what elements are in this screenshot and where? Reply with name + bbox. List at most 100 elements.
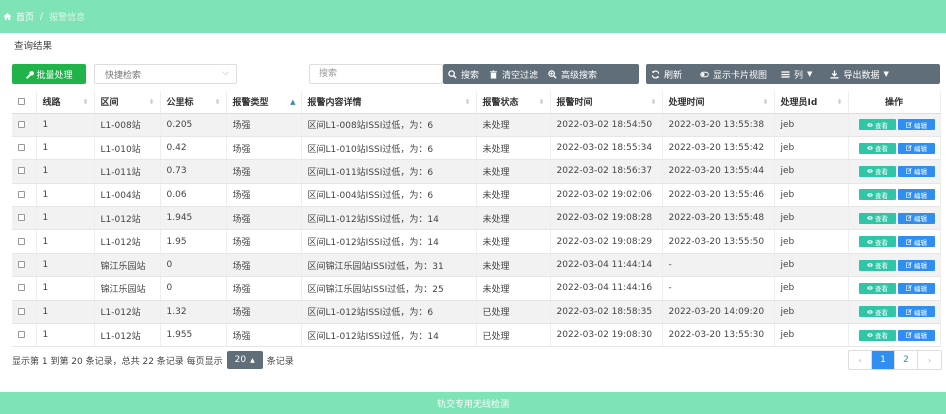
col-km[interactable]: 公里标 ⬍ [160, 91, 227, 114]
page-1-button[interactable]: 1 [872, 351, 895, 369]
view-button[interactable]: 查看 [859, 165, 896, 177]
row-checkbox[interactable] [18, 144, 25, 152]
row-select-cell[interactable] [12, 300, 37, 325]
row-select-cell[interactable] [12, 183, 37, 208]
cell-section: 锦江乐园站 [94, 276, 161, 301]
row-select-cell[interactable] [12, 323, 37, 348]
cell-ops: 查看 编辑 [848, 206, 941, 231]
edit-button[interactable]: 编辑 [898, 236, 935, 248]
table-row[interactable]: 1 锦江乐园站 0 场强 区间锦江乐园站ISSI过低，为：31 未处理 2022-03-04… [12, 253, 941, 278]
view-button[interactable]: 查看 [859, 142, 896, 154]
next-page-button[interactable]: › [918, 351, 941, 369]
col-line[interactable]: 线路 ⬍ [36, 91, 95, 114]
row-select-cell[interactable] [12, 113, 37, 137]
col-km-label: 公里标 [166, 98, 194, 109]
table-row[interactable]: 1 L1-011站 0.73 场强 区间L1-011站ISSI过低，为：6 未处理 2022… [12, 159, 941, 184]
view-button[interactable]: 查看 [859, 189, 896, 201]
view-button[interactable]: 查看 [859, 306, 896, 318]
table-row[interactable]: 1 L1-012站 1.945 场强 区间L1-012站ISSI过低，为：14 未处理 20… [12, 206, 941, 231]
row-select-cell[interactable] [12, 229, 37, 254]
export-label: 导出数据 [843, 70, 880, 81]
prev-page-button[interactable]: ‹ [849, 351, 872, 369]
table-row[interactable]: 1 L1-008站 0.205 场强 区间L1-008站ISSI过低，为：6 未处理 202… [12, 113, 941, 137]
cell-handler-id: jeb [774, 323, 849, 348]
row-select-cell[interactable] [12, 136, 37, 161]
select-all-checkbox[interactable] [18, 97, 25, 105]
table-row[interactable]: 1 L1-012站 1.95 场强 区间L1-012站ISSI过低，为：14 未处理 202… [12, 229, 941, 254]
edit-button[interactable]: 编辑 [898, 259, 935, 271]
cell-line: 1 [36, 206, 95, 231]
cell-ops: 查看 编辑 [848, 136, 941, 161]
col-handle-time[interactable]: 处理时间 ⬍ [662, 91, 775, 114]
search-input[interactable] [309, 64, 443, 84]
card-view-button[interactable]: 显示卡片视图 [695, 64, 772, 84]
cell-status: 已处理 [476, 300, 551, 325]
edit-icon [906, 332, 912, 338]
table-row[interactable]: 1 L1-012站 1.32 场强 区间L1-012站ISSI过低，为：6 已处理 2022… [12, 300, 941, 325]
row-checkbox[interactable] [18, 120, 25, 128]
home-icon[interactable] [3, 12, 12, 21]
cell-line: 1 [36, 323, 95, 348]
row-select-cell[interactable] [12, 276, 37, 301]
refresh-button[interactable]: 刷新 [646, 64, 687, 84]
advanced-search-button[interactable]: 高级搜索 [543, 64, 602, 84]
cell-ops: 查看 编辑 [848, 229, 941, 254]
view-button[interactable]: 查看 [859, 236, 896, 248]
row-checkbox[interactable] [18, 167, 25, 175]
col-ops: 操作 [848, 91, 941, 114]
columns-button[interactable]: 列 ▼ [776, 64, 817, 84]
row-select-cell[interactable] [12, 253, 37, 278]
row-checkbox[interactable] [18, 261, 25, 269]
edit-button[interactable]: 编辑 [898, 212, 935, 224]
col-handler-id[interactable]: 处理员Id ⬍ [774, 91, 849, 114]
edit-button[interactable]: 编辑 [898, 189, 935, 201]
view-label: 查看 [875, 191, 888, 200]
edit-button[interactable]: 编辑 [898, 165, 935, 177]
edit-button[interactable]: 编辑 [898, 282, 935, 294]
page-size-button[interactable]: 20 ▲ [226, 351, 263, 369]
breadcrumb-home[interactable]: 首页 [16, 10, 34, 23]
cell-ops: 查看 编辑 [848, 183, 941, 208]
edit-button[interactable]: 编辑 [898, 142, 935, 154]
view-label: 查看 [875, 285, 888, 294]
cell-detail: 区间L1-012站ISSI过低，为：14 [301, 229, 477, 254]
row-checkbox[interactable] [18, 307, 25, 315]
batch-process-button[interactable]: 批量处理 [12, 64, 86, 84]
edit-button[interactable]: 编辑 [898, 306, 935, 318]
quick-search-select[interactable]: 快捷检索 ⌵ [94, 64, 237, 84]
col-status[interactable]: 报警状态 ⬍ [476, 91, 551, 114]
col-section[interactable]: 区间 ⬍ [94, 91, 161, 114]
row-select-cell[interactable] [12, 159, 37, 184]
edit-button[interactable]: 编辑 [898, 329, 935, 341]
row-checkbox[interactable] [18, 284, 25, 292]
search-button[interactable]: 搜索 [443, 64, 484, 84]
table-row[interactable]: 1 L1-004站 0.06 场强 区间L1-004站ISSI过低，为：6 未处理 2022… [12, 183, 941, 208]
view-button[interactable]: 查看 [859, 282, 896, 294]
view-button[interactable]: 查看 [859, 119, 896, 131]
view-button[interactable]: 查看 [859, 212, 896, 224]
row-select-cell[interactable] [12, 206, 37, 231]
toolbar: 批量处理 快捷检索 ⌵ 搜索 清空过滤 高级搜索 刷新 显示卡片视图 列 [0, 62, 946, 86]
table-row[interactable]: 1 L1-010站 0.42 场强 区间L1-010站ISSI过低，为：6 未处理 2022… [12, 136, 941, 161]
edit-button[interactable]: 编辑 [898, 119, 935, 131]
row-checkbox[interactable] [18, 214, 25, 222]
col-detail[interactable]: 报警内容详情 ⬍ [301, 91, 477, 114]
view-button[interactable]: 查看 [859, 329, 896, 341]
select-all-cell[interactable] [12, 91, 37, 114]
cell-km: 0 [160, 276, 227, 301]
col-alarm-type[interactable]: 报警类型 ▲ [226, 91, 302, 114]
cell-line: 1 [36, 113, 95, 137]
export-button[interactable]: 导出数据 ▼ [825, 64, 893, 84]
clear-filter-button[interactable]: 清空过滤 [484, 64, 543, 84]
table-row[interactable]: 1 L1-012站 1.955 场强 区间L1-012站ISSI过低，为：14 已处理 20… [12, 323, 941, 348]
table-row[interactable]: 1 锦江乐园站 0 场强 区间锦江乐园站ISSI过低，为：25 未处理 2022-03-04… [12, 276, 941, 301]
row-checkbox[interactable] [18, 331, 25, 339]
columns-label: 列 [794, 70, 804, 81]
row-checkbox[interactable] [18, 237, 25, 245]
page-2-button[interactable]: 2 [895, 351, 918, 369]
view-button[interactable]: 查看 [859, 259, 896, 271]
search-button-label: 搜索 [461, 70, 480, 81]
cell-status: 未处理 [476, 276, 551, 301]
row-checkbox[interactable] [18, 190, 25, 198]
col-alarm-time[interactable]: 报警时间 ⬍ [550, 91, 663, 114]
